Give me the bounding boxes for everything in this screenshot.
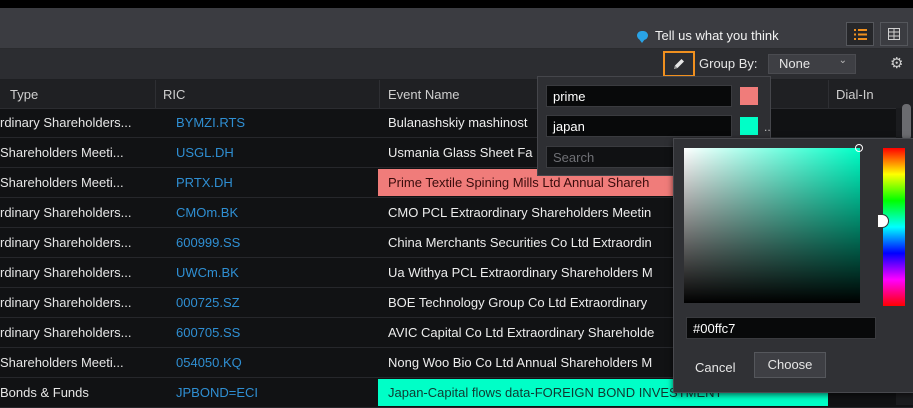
- feedback-label: Tell us what you think: [655, 28, 779, 43]
- ric-link[interactable]: 600999.SS: [176, 235, 356, 250]
- ric-link[interactable]: CMOm.BK: [176, 205, 356, 220]
- grid-view-icon: [888, 28, 900, 40]
- window-top-strip: [0, 0, 913, 8]
- group-by-label: Group By:: [699, 56, 758, 71]
- feedback-link[interactable]: Tell us what you think: [637, 28, 779, 43]
- saturation-value-area[interactable]: [684, 148, 860, 303]
- hue-slider[interactable]: [883, 148, 905, 306]
- ric-link[interactable]: PRTX.DH: [176, 175, 356, 190]
- group-by-select[interactable]: None ⌄: [768, 54, 856, 74]
- chat-bubble-icon: [637, 31, 648, 43]
- column-header-ric[interactable]: RIC: [163, 87, 185, 102]
- column-divider: [828, 80, 829, 108]
- type-cell: rdinary Shareholders...: [0, 325, 132, 340]
- type-cell: rdinary Shareholders...: [0, 115, 132, 130]
- list-view-icon: [853, 28, 867, 40]
- type-cell: rdinary Shareholders...: [0, 205, 132, 220]
- type-cell: rdinary Shareholders...: [0, 235, 132, 250]
- type-cell: Bonds & Funds: [0, 385, 89, 400]
- column-header-event-name[interactable]: Event Name: [388, 87, 460, 102]
- highlight-color-swatch[interactable]: [740, 87, 758, 105]
- gear-icon[interactable]: ⚙: [890, 56, 903, 72]
- cancel-button[interactable]: Cancel: [695, 360, 735, 375]
- choose-button[interactable]: Choose: [754, 352, 826, 378]
- top-toolbar: Tell us what you think: [0, 8, 913, 49]
- ric-link[interactable]: UWCm.BK: [176, 265, 356, 280]
- list-view-button[interactable]: [846, 22, 874, 46]
- chevron-down-icon: ⌄: [838, 55, 847, 66]
- type-cell: rdinary Shareholders...: [0, 265, 132, 280]
- ric-link[interactable]: USGL.DH: [176, 145, 356, 160]
- ric-link[interactable]: BYMZI.RTS: [176, 115, 356, 130]
- type-cell: rdinary Shareholders...: [0, 295, 132, 310]
- ric-link[interactable]: 054050.KQ: [176, 355, 356, 370]
- saturation-value-handle[interactable]: [855, 144, 863, 152]
- table-header: Type RIC Event Name Dial-In: [0, 80, 913, 109]
- column-divider: [379, 80, 380, 108]
- ric-link[interactable]: JPBOND=ECI: [176, 385, 356, 400]
- hex-color-input[interactable]: #00ffc7: [686, 317, 876, 339]
- group-by-value: None: [779, 56, 811, 71]
- ric-link[interactable]: 600705.SS: [176, 325, 356, 340]
- highlight-tag-input[interactable]: japan: [546, 115, 732, 137]
- column-header-dial-in[interactable]: Dial-In: [836, 87, 874, 102]
- highlight-color-swatch[interactable]: [740, 117, 758, 135]
- edit-highlights-button[interactable]: [663, 51, 695, 77]
- highlight-tag-input[interactable]: prime: [546, 85, 732, 107]
- column-header-type[interactable]: Type: [10, 87, 38, 102]
- pencil-icon: [674, 59, 684, 69]
- scrollbar-thumb[interactable]: [902, 104, 911, 140]
- column-divider: [155, 80, 156, 108]
- grid-view-button[interactable]: [880, 22, 908, 46]
- overflow-marker: ..: [764, 120, 771, 134]
- ric-link[interactable]: 000725.SZ: [176, 295, 356, 310]
- type-cell: Shareholders Meeti...: [0, 175, 124, 190]
- type-cell: Shareholders Meeti...: [0, 355, 124, 370]
- table-row[interactable]: rdinary Shareholders... BYMZI.RTS Bulanash…: [0, 108, 913, 138]
- type-cell: Shareholders Meeti...: [0, 145, 124, 160]
